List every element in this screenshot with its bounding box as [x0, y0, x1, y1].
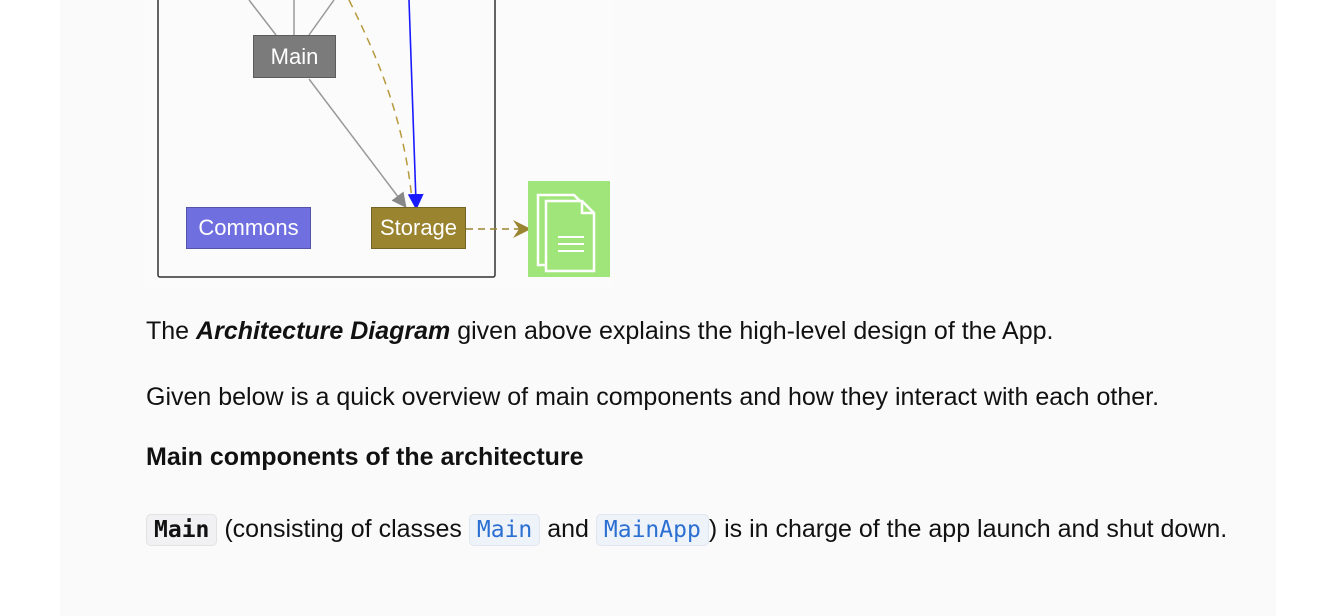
- blue-arrow-to-storage: [407, 0, 424, 210]
- main-node-label: Main: [270, 43, 319, 69]
- overview-intro: Given below is a quick overview of main …: [146, 383, 1160, 411]
- diagram-description: The Architecture Diagram given above exp…: [146, 310, 1053, 352]
- p3-text2: and: [540, 515, 596, 543]
- main-component-code: Main: [146, 514, 218, 546]
- line-main-to-storage: [308, 78, 407, 208]
- commons-node-label: Commons: [198, 215, 299, 240]
- architecture-diagram-emphasis: Architecture Diagram: [196, 317, 451, 345]
- section-heading: Main components of the architecture: [146, 443, 584, 471]
- p1-before: The: [146, 317, 197, 345]
- mainapp-class-link[interactable]: MainApp: [595, 514, 709, 546]
- document-stack-icon: [528, 181, 610, 277]
- storage-node-label: Storage: [379, 215, 458, 240]
- line-to-main-left: [248, 0, 277, 36]
- p1-after: given above explains the high-level desi…: [450, 317, 1054, 345]
- line-to-main-right: [308, 0, 335, 36]
- commons-node: Commons: [186, 207, 311, 249]
- main-class-link[interactable]: Main: [468, 514, 541, 546]
- p3-text1: (consisting of classes: [217, 515, 469, 543]
- storage-node: Storage: [371, 207, 466, 249]
- content-page: Main Commons Storage The Architecture Di…: [60, 0, 1276, 616]
- architecture-diagram: Main Commons Storage: [144, 0, 614, 288]
- main-component-description: Main (consisting of classes Main and Mai…: [146, 508, 1306, 551]
- p3-text3: ) is in charge of the app launch and shu…: [708, 515, 1228, 543]
- main-node: Main: [253, 35, 336, 78]
- dashed-dependency-arrow: [348, 0, 413, 201]
